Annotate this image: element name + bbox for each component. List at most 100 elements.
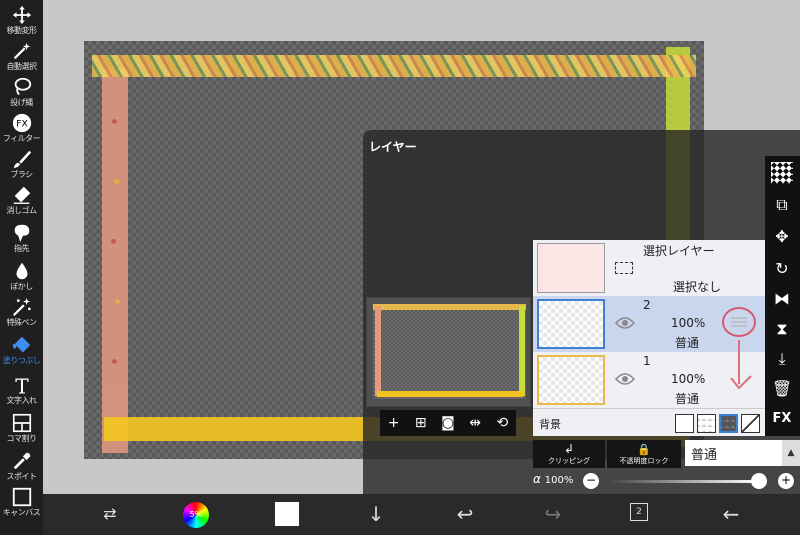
background-label: 背景 <box>539 418 561 431</box>
layer-1-opacity: 100% <box>671 372 706 386</box>
tool-filter[interactable]: FX フィルター <box>0 110 43 150</box>
tool-bucket-label: 塗りつぶし <box>2 356 41 365</box>
eyedropper-icon <box>13 452 30 470</box>
magic-wand-icon <box>13 42 30 60</box>
background-row: 背景 <box>533 408 765 436</box>
preview-tape-right <box>519 306 525 396</box>
canvas-preview[interactable] <box>366 297 531 407</box>
tool-eraser[interactable]: 消しゴム <box>0 182 43 222</box>
drag-handle-icon[interactable] <box>721 304 757 340</box>
tool-canvas[interactable]: キャンバス <box>0 484 43 524</box>
move-down-arrow-icon <box>730 340 752 390</box>
add-layer-icon[interactable]: + <box>384 415 404 431</box>
layer-1-mode: 普通 <box>675 392 700 406</box>
layer-1-thumbnail <box>537 355 605 405</box>
selection-marquee-icon <box>615 262 633 274</box>
blur-icon <box>16 262 27 280</box>
layer-2-thumbnail <box>537 299 605 349</box>
selection-layer-status: 選択なし <box>673 280 722 294</box>
background-checker-swatch[interactable] <box>697 414 716 433</box>
layer-row-1[interactable]: 1 100% 普通 <box>533 340 765 408</box>
fx-icon: FX <box>12 113 31 133</box>
tool-eyedropper[interactable]: スポイト <box>0 448 43 488</box>
tool-canvas-label: キャンバス <box>2 508 41 517</box>
opacity-lock-button[interactable]: 🔒 不透明度ロック <box>607 440 681 468</box>
blend-mode-select[interactable]: 普通 <box>685 440 782 466</box>
blend-mode-arrow-icon[interactable]: ▲ <box>782 440 800 466</box>
layer-move-icon[interactable]: ✥ <box>771 226 793 248</box>
preview-tape-top <box>373 304 526 310</box>
tool-brush-label: ブラシ <box>10 170 33 179</box>
down-arrow-icon[interactable]: ↓ <box>363 502 389 528</box>
camera-icon[interactable]: ◙ <box>438 415 458 431</box>
tool-special-pen[interactable]: 特殊ペン <box>0 294 43 334</box>
layer-1-number: 1 <box>643 354 651 368</box>
background-dark-checker-swatch[interactable] <box>719 414 738 433</box>
layer-count-button[interactable]: 2 <box>630 503 648 521</box>
tool-lasso-label: 投げ縄 <box>10 98 33 107</box>
layer-2-mode: 普通 <box>675 336 700 350</box>
selection-layer-row[interactable]: 選択レイヤー 選択なし <box>533 240 765 296</box>
eye-icon[interactable] <box>615 316 635 330</box>
brush-icon <box>13 150 31 169</box>
tool-lasso[interactable]: 投げ縄 <box>0 74 43 114</box>
trash-icon[interactable]: 🗑 <box>771 378 793 400</box>
brush-size-value: 5% <box>189 510 203 519</box>
layer-fx-button[interactable]: FX <box>771 408 793 430</box>
background-none-swatch[interactable] <box>741 414 760 433</box>
tool-move[interactable]: 移動変形 <box>0 2 43 42</box>
preview-tape-left <box>375 306 381 396</box>
opacity-decrease-button[interactable]: − <box>583 473 599 489</box>
brush-eraser-toggle-icon[interactable]: ⇄ <box>97 502 123 528</box>
tool-frame-divider[interactable]: コマ割り <box>0 410 43 450</box>
rotate-icon[interactable]: ⟲ <box>492 415 512 431</box>
tool-smudge[interactable]: 指先 <box>0 220 43 260</box>
foreground-color-swatch[interactable] <box>275 502 299 526</box>
flip-horizontal-icon[interactable]: ⇹ <box>465 415 485 431</box>
opacity-increase-button[interactable]: + <box>778 473 794 489</box>
add-special-layer-icon[interactable]: ⊞ <box>411 415 431 431</box>
bucket-icon <box>12 336 30 353</box>
clipping-arrow-icon: ↲ <box>563 442 575 456</box>
tape-dot <box>114 179 119 184</box>
tool-magic-wand[interactable]: 自動選択 <box>0 38 43 78</box>
clipping-button[interactable]: ↲ クリッピング <box>533 440 605 468</box>
layer-swap-icon[interactable]: ⧉ <box>771 194 793 216</box>
selection-layer-title: 選択レイヤー <box>643 244 715 258</box>
washi-tape-top <box>92 55 696 77</box>
smudge-icon <box>14 224 29 243</box>
alpha-label: α 100% <box>533 472 573 486</box>
opacity-row: α 100% − + <box>533 470 800 492</box>
tool-text-label: 文字入れ <box>6 396 38 405</box>
transparency-icon[interactable] <box>771 162 793 184</box>
svg-text:FX: FX <box>16 119 28 130</box>
preview-tape-bottom <box>377 391 523 397</box>
background-white-swatch[interactable] <box>675 414 694 433</box>
opacity-slider-knob[interactable] <box>751 473 767 489</box>
merge-down-icon[interactable]: ⤓ <box>771 348 793 370</box>
layer-flip-vertical-icon[interactable]: ⧗ <box>771 318 793 340</box>
opacity-slider-track[interactable] <box>608 480 758 483</box>
tape-dot <box>112 119 117 124</box>
tool-smudge-label: 指先 <box>14 244 30 253</box>
svg-text:T: T <box>15 374 29 396</box>
back-arrow-icon[interactable]: ← <box>718 502 744 528</box>
eye-icon[interactable] <box>615 372 635 386</box>
brush-size-color-wheel[interactable]: 5% <box>183 502 209 528</box>
clipping-label: クリッピング <box>548 457 590 465</box>
tool-bucket[interactable]: 塗りつぶし <box>0 332 43 372</box>
tool-special-pen-label: 特殊ペン <box>6 318 38 327</box>
layer-rotate-icon[interactable]: ↻ <box>771 258 793 280</box>
redo-icon[interactable]: ↪ <box>540 502 566 528</box>
layers-list: 選択レイヤー 選択なし 2 100% 普通 1 100% 普通 背景 <box>533 240 765 436</box>
opacity-lock-label: 不透明度ロック <box>619 457 669 465</box>
tool-brush[interactable]: ブラシ <box>0 146 43 186</box>
tool-blur[interactable]: ぼかし <box>0 258 43 298</box>
alpha-symbol: α <box>533 472 541 486</box>
undo-icon[interactable]: ↩ <box>452 502 478 528</box>
tool-text[interactable]: T 文字入れ <box>0 372 43 412</box>
tool-move-label: 移動変形 <box>6 26 38 35</box>
layer-flip-horizontal-icon[interactable]: ⧓ <box>771 288 793 310</box>
layer-options-row: ↲ クリッピング 🔒 不透明度ロック 普通 ▲ <box>533 438 800 468</box>
frame-divider-icon <box>12 413 31 433</box>
